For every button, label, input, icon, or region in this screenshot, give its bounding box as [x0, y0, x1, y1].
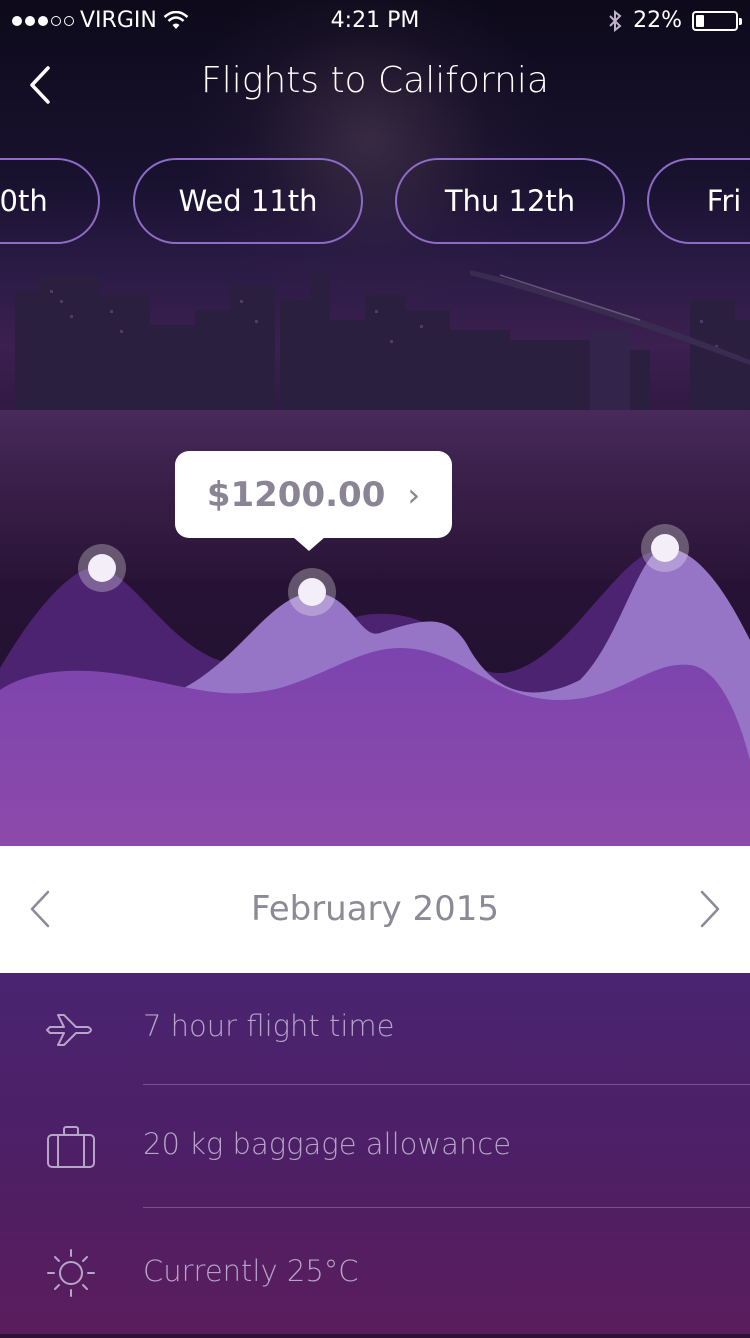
next-month-button[interactable] [688, 884, 728, 934]
divider [143, 1207, 750, 1208]
list-item: 20 kg baggage allowance [0, 1091, 750, 1211]
sun-icon [47, 1249, 95, 1297]
list-item: 7 hour flight time [0, 973, 750, 1093]
price-point-marker[interactable] [288, 568, 336, 616]
chevron-left-icon [30, 890, 50, 928]
chevron-right-icon: › [407, 475, 421, 514]
price-point-marker[interactable] [641, 524, 689, 572]
flight-info-list: 7 hour flight time 20 kg baggage allowan… [0, 973, 750, 1334]
price-tooltip[interactable]: $1200.00 › [175, 451, 452, 551]
flight-time-text: 7 hour flight time [143, 1009, 395, 1043]
chevron-right-icon [700, 890, 720, 928]
price-point-marker[interactable] [78, 544, 126, 592]
airplane-icon [46, 1014, 92, 1046]
list-item: Currently 25°C [0, 1218, 750, 1338]
month-label: February 2015 [251, 889, 499, 929]
temperature-text: Currently 25°C [143, 1254, 359, 1288]
baggage-text: 20 kg baggage allowance [143, 1127, 512, 1161]
price-value: $1200.00 [206, 474, 386, 515]
divider [143, 1084, 750, 1085]
suitcase-icon [47, 1126, 95, 1168]
month-navigator: February 2015 [0, 846, 750, 973]
previous-month-button[interactable] [22, 884, 62, 934]
price-wave-chart [0, 524, 750, 846]
